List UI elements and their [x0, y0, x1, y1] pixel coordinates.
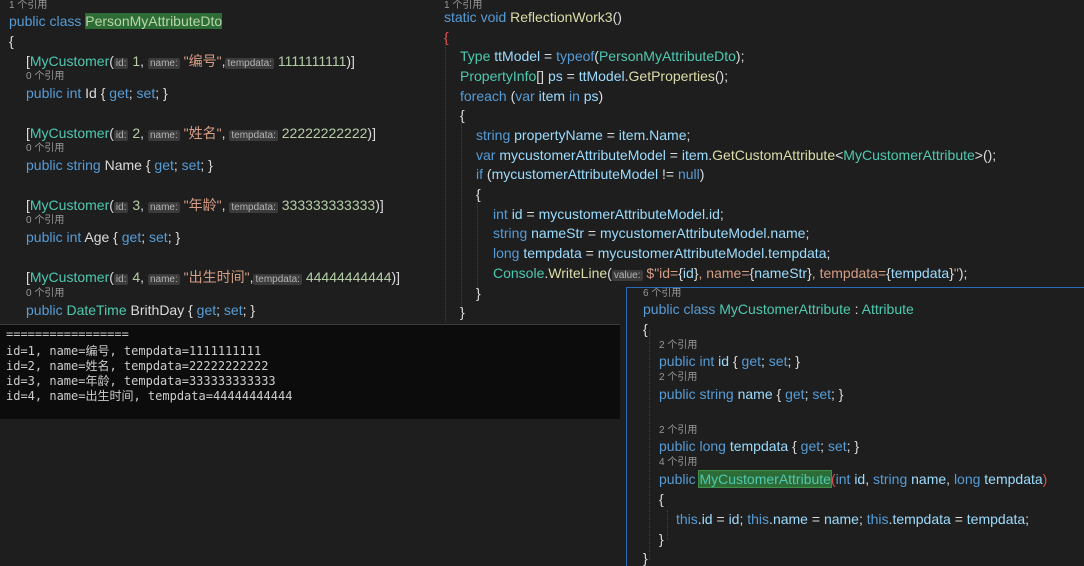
code-line: }	[460, 304, 465, 320]
codelens-references[interactable]: 0 个引用	[26, 215, 64, 227]
console-output-window[interactable]: ================= id=1, name=编号, tempdat…	[0, 324, 620, 419]
code-line: long tempdata = mycustomerAttributeModel…	[493, 245, 831, 261]
peek-definition-popup[interactable]: 6 个引用 public class MyCustomerAttribute :…	[626, 287, 1084, 566]
open-brace: {	[9, 33, 14, 49]
property-declaration: public DateTime BrithDay { get; set; }	[26, 302, 256, 318]
method-name: ReflectionWork3	[510, 9, 613, 25]
constructor-declaration: public MyCustomerAttribute(int id, strin…	[659, 470, 1048, 488]
code-line: }	[476, 285, 481, 301]
brace-match-marker: {	[444, 29, 449, 45]
codelens-references[interactable]: 0 个引用	[26, 71, 64, 83]
codelens-references[interactable]: 0 个引用	[26, 143, 64, 155]
code-line: int id = mycustomerAttributeModel.id;	[493, 206, 724, 222]
code-line: Type ttModel = typeof(PersonMyAttributeD…	[460, 48, 745, 64]
codelens-references[interactable]: 2 个引用	[659, 425, 697, 437]
property-declaration: public int Age { get; set; }	[26, 229, 181, 245]
code-line: {	[476, 186, 481, 202]
indent-guide	[477, 190, 478, 290]
console-line: id=3, name=年龄, tempdata=333333333333	[6, 374, 276, 388]
indent-guide	[445, 34, 446, 322]
console-line: id=1, name=编号, tempdata=1111111111	[6, 344, 262, 358]
indent-guide	[461, 112, 462, 312]
property-declaration: public int Id { get; set; }	[26, 85, 168, 101]
left-code-editor[interactable]: 1 个引用 public class PersonMyAttributeDto …	[0, 0, 432, 326]
property-declaration: public string name { get; set; }	[659, 386, 844, 402]
code-line: PropertyInfo[] ps = ttModel.GetPropertie…	[460, 68, 729, 84]
property-declaration: public long tempdata { get; set; }	[659, 438, 860, 454]
codelens-references[interactable]: 0 个引用	[26, 288, 64, 300]
indent-guide	[667, 510, 668, 540]
ctor-close-brace: }	[659, 531, 664, 547]
code-line: if (mycustomerAttributeModel != null)	[476, 166, 705, 182]
close-brace: }	[643, 550, 648, 566]
class-name-highlight[interactable]: PersonMyAttributeDto	[85, 13, 223, 29]
property-declaration: public string Name { get; set; }	[26, 157, 213, 173]
code-line: foreach (var item in ps)	[460, 88, 604, 104]
code-line: string propertyName = item.Name;	[476, 127, 691, 143]
code-line: string nameStr = mycustomerAttributeMode…	[493, 225, 810, 241]
property-declaration: public int id { get; set; }	[659, 353, 800, 369]
attribute-line: [MyCustomer(id: 2, name: "姓名", tempdata:…	[26, 125, 376, 141]
attribute-line: [MyCustomer(id: 1, name: "编号", tempdata: …	[26, 53, 355, 69]
codelens-references[interactable]: 4 个引用	[659, 457, 697, 469]
indent-guide	[649, 330, 650, 560]
console-separator: =================	[6, 327, 129, 341]
ctor-open-brace: {	[659, 491, 664, 507]
method-signature: static void ReflectionWork3()	[444, 9, 622, 25]
open-brace: {	[643, 321, 648, 337]
class-declaration: public class PersonMyAttributeDto	[9, 13, 223, 29]
codelens-references[interactable]: 2 个引用	[659, 340, 697, 352]
right-code-editor[interactable]: 1 个引用 static void ReflectionWork3() { Ty…	[437, 0, 1084, 322]
codelens-references[interactable]: 2 个引用	[659, 372, 697, 384]
attribute-line: [MyCustomer(id: 4, name: "出生时间", tempdata…	[26, 269, 401, 285]
class-declaration: public class MyCustomerAttribute : Attri…	[643, 301, 914, 317]
code-line: Console.WriteLine(value: $"id={id}, name…	[493, 265, 968, 281]
codelens-references[interactable]: 6 个引用	[643, 288, 681, 300]
constructor-name-highlight[interactable]: MyCustomerAttribute	[698, 470, 832, 488]
constructor-body: this.id = id; this.name = name; this.tem…	[676, 511, 1030, 527]
codelens-references[interactable]: 1 个引用	[9, 0, 47, 12]
code-line: var mycustomerAttributeModel = item.GetC…	[476, 147, 997, 163]
code-line: {	[460, 107, 465, 123]
attribute-line: [MyCustomer(id: 3, name: "年龄", tempdata:…	[26, 197, 384, 213]
console-line: id=4, name=出生时间, tempdata=44444444444	[6, 389, 293, 403]
console-line: id=2, name=姓名, tempdata=22222222222	[6, 359, 269, 373]
